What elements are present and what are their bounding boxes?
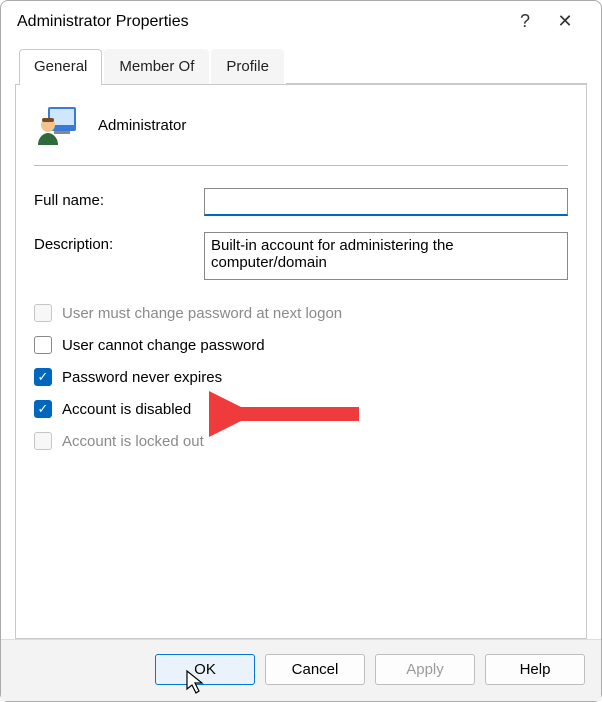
check-locked-out: Account is locked out xyxy=(34,432,568,450)
dialog-footer: OK Cancel Apply Help xyxy=(1,639,601,701)
fullname-row: Full name: xyxy=(34,188,568,216)
tab-member-of[interactable]: Member Of xyxy=(104,49,209,85)
check-must-change: User must change password at next logon xyxy=(34,304,568,322)
checkbox-locked-out xyxy=(34,432,52,450)
check-never-expires-label: Password never expires xyxy=(62,369,222,386)
account-name: Administrator xyxy=(98,117,186,134)
check-cannot-change[interactable]: User cannot change password xyxy=(34,336,568,354)
description-input[interactable]: Built-in account for administering the c… xyxy=(204,232,568,280)
close-button[interactable]: ✕ xyxy=(545,11,585,32)
checkbox-group: User must change password at next logon … xyxy=(34,304,568,450)
tab-general[interactable]: General xyxy=(19,49,102,85)
check-must-change-label: User must change password at next logon xyxy=(62,305,342,322)
check-account-disabled[interactable]: ✓ Account is disabled xyxy=(34,400,568,418)
help-footer-button[interactable]: Help xyxy=(485,654,585,685)
description-row: Description: Built-in account for admini… xyxy=(34,232,568,280)
checkbox-never-expires[interactable]: ✓ xyxy=(34,368,52,386)
check-cannot-change-label: User cannot change password xyxy=(62,337,265,354)
checkbox-must-change xyxy=(34,304,52,322)
tabstrip: General Member Of Profile xyxy=(1,38,601,84)
apply-button[interactable]: Apply xyxy=(375,654,475,685)
tab-panel-general: Administrator Full name: Description: Bu… xyxy=(16,84,586,638)
fullname-label: Full name: xyxy=(34,188,204,209)
properties-dialog: Administrator Properties ? ✕ General Mem… xyxy=(0,0,602,702)
check-locked-out-label: Account is locked out xyxy=(62,433,204,450)
fullname-input[interactable] xyxy=(204,188,568,216)
check-account-disabled-label: Account is disabled xyxy=(62,401,191,418)
cancel-button[interactable]: Cancel xyxy=(265,654,365,685)
check-never-expires[interactable]: ✓ Password never expires xyxy=(34,368,568,386)
user-icon xyxy=(34,103,78,147)
description-label: Description: xyxy=(34,232,204,253)
ok-button[interactable]: OK xyxy=(155,654,255,685)
window-title: Administrator Properties xyxy=(17,13,505,31)
account-header: Administrator xyxy=(34,103,568,166)
help-button[interactable]: ? xyxy=(505,11,545,32)
checkbox-cannot-change[interactable] xyxy=(34,336,52,354)
checkbox-account-disabled[interactable]: ✓ xyxy=(34,400,52,418)
tab-profile[interactable]: Profile xyxy=(211,49,284,85)
titlebar: Administrator Properties ? ✕ xyxy=(1,1,601,38)
